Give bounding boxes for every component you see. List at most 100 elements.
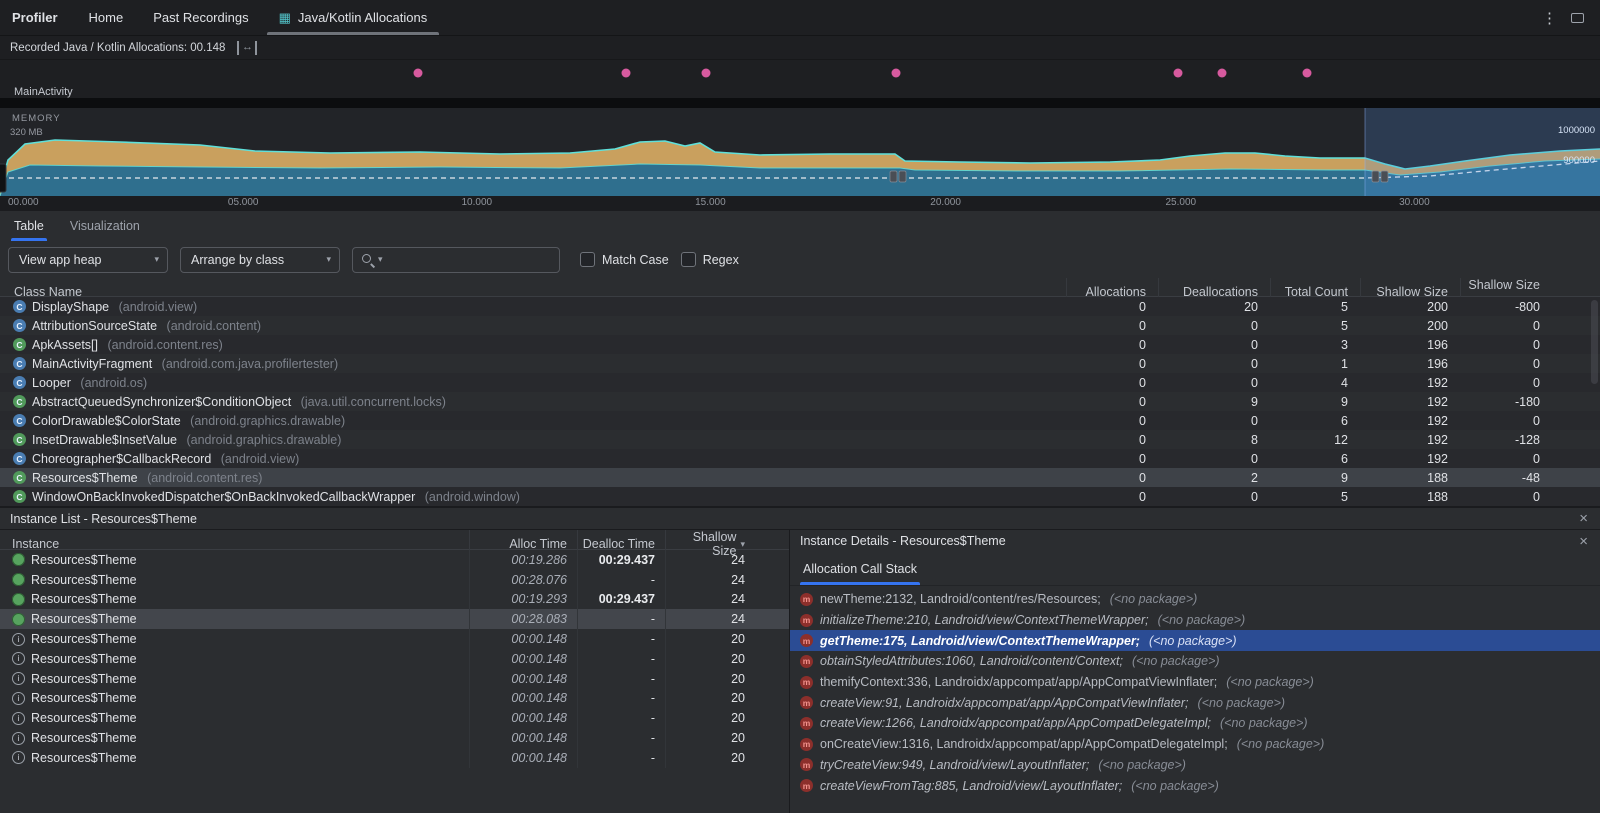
- filter-toolbar: View app heap ▾ Arrange by class ▾ ▾ Mat…: [0, 241, 1600, 278]
- call-stack-frame[interactable]: mcreateView:1266, Landroidx/appcompat/ap…: [790, 713, 1600, 734]
- call-stack-frame[interactable]: mobtainStyledAttributes:1060, Landroid/c…: [790, 651, 1600, 672]
- heap-dropdown[interactable]: View app heap ▾: [8, 247, 168, 273]
- allocation-event-dot[interactable]: [892, 69, 901, 78]
- alloc-time-cell: 00:19.286: [469, 550, 577, 570]
- instance-row[interactable]: iResources$Theme00:00.148-20: [0, 728, 789, 748]
- tab-home[interactable]: Home: [74, 0, 139, 35]
- view-tab-table[interactable]: Table: [14, 211, 44, 241]
- frame-package: (<no package>): [1098, 758, 1186, 772]
- allocation-event-dot[interactable]: [1173, 69, 1182, 78]
- call-stack-frame[interactable]: mnewTheme:2132, Landroid/content/res/Res…: [790, 589, 1600, 610]
- instance-row[interactable]: Resources$Theme00:19.29300:29.43724: [0, 590, 789, 610]
- search-field[interactable]: ▾: [352, 247, 560, 273]
- class-row[interactable]: CMainActivityFragment (android.com.java.…: [0, 354, 1600, 373]
- instance-row[interactable]: iResources$Theme00:00.148-20: [0, 708, 789, 728]
- allocation-event-dot[interactable]: [621, 69, 630, 78]
- shallow-size-change-cell: -180: [1460, 395, 1600, 409]
- class-row[interactable]: CDisplayShape (android.view)0205200-800: [0, 297, 1600, 316]
- view-tab-visualization[interactable]: Visualization: [70, 211, 140, 241]
- method-icon: m: [800, 738, 813, 751]
- package-name: (java.util.concurrent.locks): [297, 395, 446, 409]
- regex-checkbox[interactable]: [681, 252, 696, 267]
- class-name: Looper: [32, 376, 71, 390]
- tab-java-kotlin-allocations[interactable]: ▦Java/Kotlin Allocations: [264, 0, 443, 35]
- shallow-size-cell: 20: [665, 649, 789, 669]
- tab-allocation-call-stack[interactable]: Allocation Call Stack: [800, 552, 920, 585]
- class-row[interactable]: CAbstractQueuedSynchronizer$ConditionObj…: [0, 392, 1600, 411]
- instance-row[interactable]: iResources$Theme00:00.148-20: [0, 689, 789, 709]
- class-row[interactable]: CApkAssets[] (android.content.res)003196…: [0, 335, 1600, 354]
- search-input[interactable]: [387, 253, 551, 267]
- alloc-time-cell: 00:28.076: [469, 570, 577, 590]
- match-case-checkbox[interactable]: [580, 252, 595, 267]
- call-stack-frame[interactable]: mthemifyContext:336, Landroidx/appcompat…: [790, 672, 1600, 693]
- scrollbar-thumb[interactable]: [1591, 300, 1598, 384]
- package-name: (android.view): [115, 300, 197, 314]
- call-stack-frame[interactable]: mcreateView:91, Landroidx/appcompat/app/…: [790, 692, 1600, 713]
- total-count-cell: 6: [1270, 414, 1360, 428]
- alloc-time-cell: 00:00.148: [469, 748, 577, 768]
- column-header-instance[interactable]: Instance: [0, 537, 469, 551]
- match-case-option[interactable]: Match Case: [580, 252, 669, 267]
- shallow-size-cell: 20: [665, 669, 789, 689]
- frame-package: (<no package>): [1132, 654, 1220, 668]
- allocation-event-dot[interactable]: [1218, 69, 1227, 78]
- instance-row[interactable]: Resources$Theme00:19.28600:29.43724: [0, 550, 789, 570]
- instance-row[interactable]: iResources$Theme00:00.148-20: [0, 748, 789, 768]
- event-timeline[interactable]: [0, 60, 1600, 86]
- arrange-dropdown[interactable]: Arrange by class ▾: [180, 247, 340, 273]
- shallow-size-cell: 20: [665, 708, 789, 728]
- class-name-cell: CDisplayShape (android.view): [0, 300, 1066, 314]
- kebab-menu-icon[interactable]: ⋮: [1534, 9, 1565, 27]
- close-instance-list-icon[interactable]: ×: [1579, 511, 1588, 526]
- class-table-header: Class NameAllocationsDeallocationsTotal …: [0, 278, 1600, 297]
- class-row[interactable]: CChoreographer$CallbackRecord (android.v…: [0, 449, 1600, 468]
- deallocations-cell: 8: [1158, 433, 1270, 447]
- instance-table-body: Resources$Theme00:19.28600:29.43724Resou…: [0, 550, 789, 813]
- memory-chart-svg: 1000000900000: [0, 108, 1600, 196]
- class-row[interactable]: CResources$Theme (android.content.res)02…: [0, 468, 1600, 487]
- class-row[interactable]: CLooper (android.os)0041920: [0, 373, 1600, 392]
- search-history-chevron-icon[interactable]: ▾: [378, 255, 383, 264]
- instance-row[interactable]: iResources$Theme00:00.148-20: [0, 649, 789, 669]
- allocation-event-dot[interactable]: [413, 69, 422, 78]
- call-stack-frame[interactable]: mcreateViewFromTag:885, Landroid/view/La…: [790, 775, 1600, 796]
- allocation-event-dot[interactable]: [701, 69, 710, 78]
- instance-name: Resources$Theme: [31, 711, 137, 725]
- class-name-cell: CChoreographer$CallbackRecord (android.v…: [0, 452, 1066, 466]
- alloc-time-cell: 00:19.293: [469, 590, 577, 610]
- main-tabbar: Profiler HomePast Recordings▦Java/Kotlin…: [0, 0, 1600, 36]
- instance-name: Resources$Theme: [31, 632, 137, 646]
- alloc-time-cell: 00:00.148: [469, 629, 577, 649]
- class-row[interactable]: CAttributionSourceState (android.content…: [0, 316, 1600, 335]
- instance-row[interactable]: Resources$Theme00:28.076-24: [0, 570, 789, 590]
- instance-table-header: InstanceAlloc TimeDealloc TimeShallow Si…: [0, 530, 789, 550]
- instance-row[interactable]: iResources$Theme00:00.148-20: [0, 669, 789, 689]
- frame-text: themifyContext:336, Landroidx/appcompat/…: [820, 675, 1217, 689]
- close-instance-details-icon[interactable]: ×: [1579, 534, 1588, 549]
- hide-panel-icon[interactable]: [1571, 13, 1584, 23]
- call-stack-frame[interactable]: minitializeTheme:210, Landroid/view/Cont…: [790, 610, 1600, 631]
- call-stack-frame[interactable]: monCreateView:1316, Landroidx/appcompat/…: [790, 734, 1600, 755]
- call-stack-frame[interactable]: mtryCreateView:949, Landroid/view/Layout…: [790, 755, 1600, 776]
- call-stack-frame[interactable]: mgetTheme:175, Landroid/view/ContextThem…: [790, 630, 1600, 651]
- time-tick-label: 00.000: [8, 197, 39, 208]
- instance-row[interactable]: iResources$Theme00:00.148-20: [0, 629, 789, 649]
- class-row[interactable]: CWindowOnBackInvokedDispatcher$OnBackInv…: [0, 487, 1600, 506]
- zoom-to-fit-icon[interactable]: ↔: [237, 41, 257, 55]
- total-count-cell: 5: [1270, 319, 1360, 333]
- activity-lifetime-band[interactable]: [0, 98, 1600, 108]
- sort-indicator-icon: ▾: [740, 539, 745, 550]
- frame-text: getTheme:175, Landroid/view/ContextTheme…: [820, 634, 1140, 648]
- tab-past-recordings[interactable]: Past Recordings: [138, 0, 263, 35]
- class-name-cell: CWindowOnBackInvokedDispatcher$OnBackInv…: [0, 490, 1066, 504]
- dealloc-time-cell: -: [577, 728, 665, 748]
- package-name: (android.window): [421, 490, 520, 504]
- class-row[interactable]: CInsetDrawable$InsetValue (android.graph…: [0, 430, 1600, 449]
- allocation-event-dot[interactable]: [1303, 69, 1312, 78]
- instance-icon: i: [12, 751, 25, 764]
- instance-row[interactable]: Resources$Theme00:28.083-24: [0, 609, 789, 629]
- regex-option[interactable]: Regex: [681, 252, 739, 267]
- memory-chart[interactable]: 1000000900000 MEMORY 320 MB: [0, 108, 1600, 196]
- class-row[interactable]: CColorDrawable$ColorState (android.graph…: [0, 411, 1600, 430]
